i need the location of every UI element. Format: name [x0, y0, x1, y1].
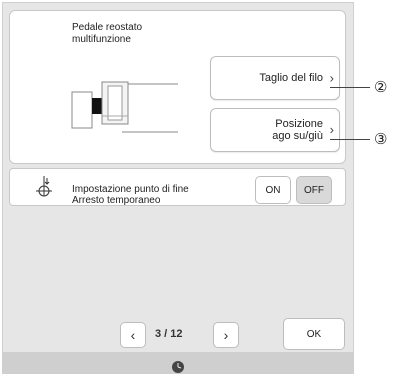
chevron-right-icon: ›	[329, 70, 334, 86]
callout-2: ②	[374, 79, 388, 96]
end-point-icon	[36, 176, 52, 197]
pedal-diagram-icon	[71, 81, 178, 133]
chevron-left-icon: ‹	[130, 327, 136, 343]
previous-page-button[interactable]: ‹	[120, 322, 146, 348]
chevron-right-icon: ›	[329, 122, 334, 137]
end-point-on-button[interactable]: ON	[255, 176, 291, 204]
needle-position-label: Posizione ago su/giù	[272, 118, 323, 142]
callout-3: ③	[374, 131, 388, 148]
ok-button[interactable]: OK	[283, 318, 345, 350]
page-indicator: 3 / 12	[155, 328, 183, 340]
end-point-off-button[interactable]: OFF	[296, 176, 332, 204]
needle-position-button[interactable]: Posizione ago su/giù ›	[210, 108, 340, 152]
callout-line-3	[330, 139, 370, 140]
next-page-button[interactable]: ›	[213, 322, 239, 348]
clock-icon[interactable]	[171, 360, 185, 374]
thread-cut-button[interactable]: Taglio del filo ›	[210, 56, 340, 100]
pedal-panel-title: Pedale reostato multifunzione	[72, 22, 143, 45]
callout-line-2	[330, 87, 370, 88]
end-point-label: Impostazione punto di fine Arresto tempo…	[72, 184, 189, 206]
thread-cut-label: Taglio del filo	[259, 72, 323, 84]
chevron-right-icon: ›	[223, 327, 229, 343]
